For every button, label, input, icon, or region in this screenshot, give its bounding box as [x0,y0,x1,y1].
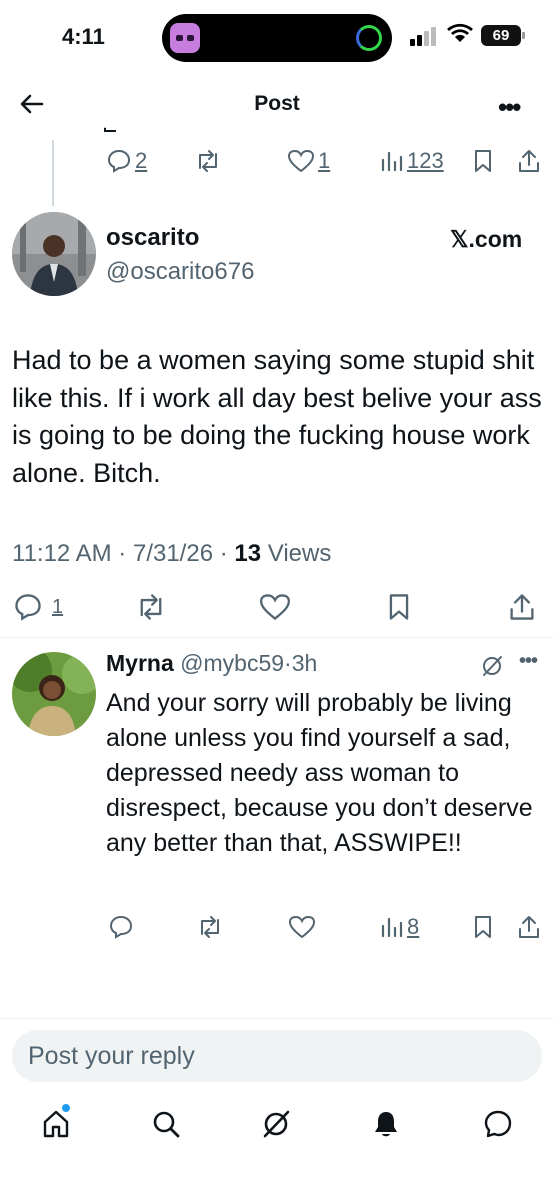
heart-icon [288,914,316,940]
status-bar: 4:11 69 [0,0,554,78]
post-share-button[interactable] [508,592,536,622]
bookmark-icon [472,148,494,174]
parent-repost-button[interactable] [194,148,222,174]
parent-view-count: 123 [407,148,444,173]
divider [0,1018,554,1019]
post-action-bar: 1 [0,592,554,632]
share-icon [508,592,536,622]
divider [0,637,554,638]
reply-text: And your sorry will probably be living a… [106,689,533,857]
reply-bookmark-button[interactable] [472,914,494,940]
battery-indicator: 69 [481,25,525,46]
reply-composer[interactable] [12,1030,542,1082]
reply-author-handle[interactable]: @mybc59 [180,650,284,676]
page-title: Post [254,92,300,115]
notification-dot [62,1104,70,1112]
reply-separator: · [284,650,292,676]
view-count[interactable]: 13 [234,540,261,567]
cellular-signal-icon [410,26,440,46]
home-icon[interactable] [40,1108,72,1140]
dynamic-island [162,14,392,62]
parent-views-button[interactable]: 123 [380,148,444,174]
message-icon[interactable] [482,1108,514,1140]
more-options-icon[interactable]: ••• [498,92,521,123]
share-icon [517,148,541,174]
reply-repost-button[interactable] [196,914,224,940]
repost-icon [194,148,222,174]
bottom-tab-bar [0,1096,554,1156]
reply-author-name[interactable]: Myrna [106,650,174,676]
activity-ring-icon [356,25,382,51]
meta-separator: · [219,540,228,567]
views-chart-icon [380,148,404,174]
reply-views-button[interactable]: 8 [380,914,419,940]
reply-action-bar: 8 [0,914,554,954]
author-name[interactable]: oscarito [106,224,199,252]
parent-reply-button[interactable]: 2 [106,148,147,174]
post-source-label: 𝕏.com [450,226,523,252]
reply-icon [106,148,132,174]
heart-icon [258,592,292,622]
bookmark-icon [386,592,412,622]
meta-separator: · [118,540,127,567]
reply-age[interactable]: 3h [292,650,318,676]
bell-icon[interactable] [370,1108,402,1140]
status-time: 4:11 [62,24,105,49]
post-meta: 11:12 AM · 7/31/26 · 13 Views [12,540,331,568]
parent-like-button[interactable]: 1 [287,148,330,174]
heart-icon [287,148,315,174]
reply-like-button[interactable] [288,914,316,940]
reply-input[interactable] [12,1030,542,1082]
post-repost-button[interactable] [134,592,168,622]
post-reply-button[interactable]: 1 [12,592,63,622]
parent-reply-count: 2 [135,148,148,173]
reply-icon [12,592,44,622]
parent-bookmark-button[interactable] [472,148,494,174]
parent-share-button[interactable] [517,148,541,174]
reply-more-icon[interactable]: ••• [519,650,538,673]
repost-icon [196,914,224,940]
views-label: Views [267,540,332,567]
reply-view-count: 8 [407,914,420,939]
parent-like-count: 1 [318,148,331,173]
grok-icon[interactable] [260,1108,292,1140]
post-reply-count: 1 [52,595,64,618]
parent-action-bar: 2 1 123 [0,148,554,188]
reply-reply-button[interactable] [108,914,134,940]
reply-header: Myrna @mybc59·3h [106,650,317,677]
reply-author-avatar[interactable] [12,652,96,736]
bookmark-icon [472,914,494,940]
search-icon[interactable] [150,1108,182,1140]
reply-icon [108,914,134,940]
post-time: 11:12 AM [12,540,112,567]
repost-icon [134,592,168,622]
post-text: Had to be a women saying some stupid shi… [12,345,542,488]
reply-share-button[interactable] [517,914,541,940]
author-avatar[interactable] [12,212,96,296]
post-bookmark-button[interactable] [386,592,412,622]
app-activity-icon [170,23,200,53]
views-chart-icon [380,914,404,940]
author-handle[interactable]: @oscarito676 [106,258,254,286]
post-like-button[interactable] [258,592,292,622]
grok-icon[interactable] [480,654,504,678]
share-icon [517,914,541,940]
wifi-icon [446,22,474,44]
post-date: 7/31/26 [132,540,214,567]
top-nav: Post ••• [0,78,554,130]
